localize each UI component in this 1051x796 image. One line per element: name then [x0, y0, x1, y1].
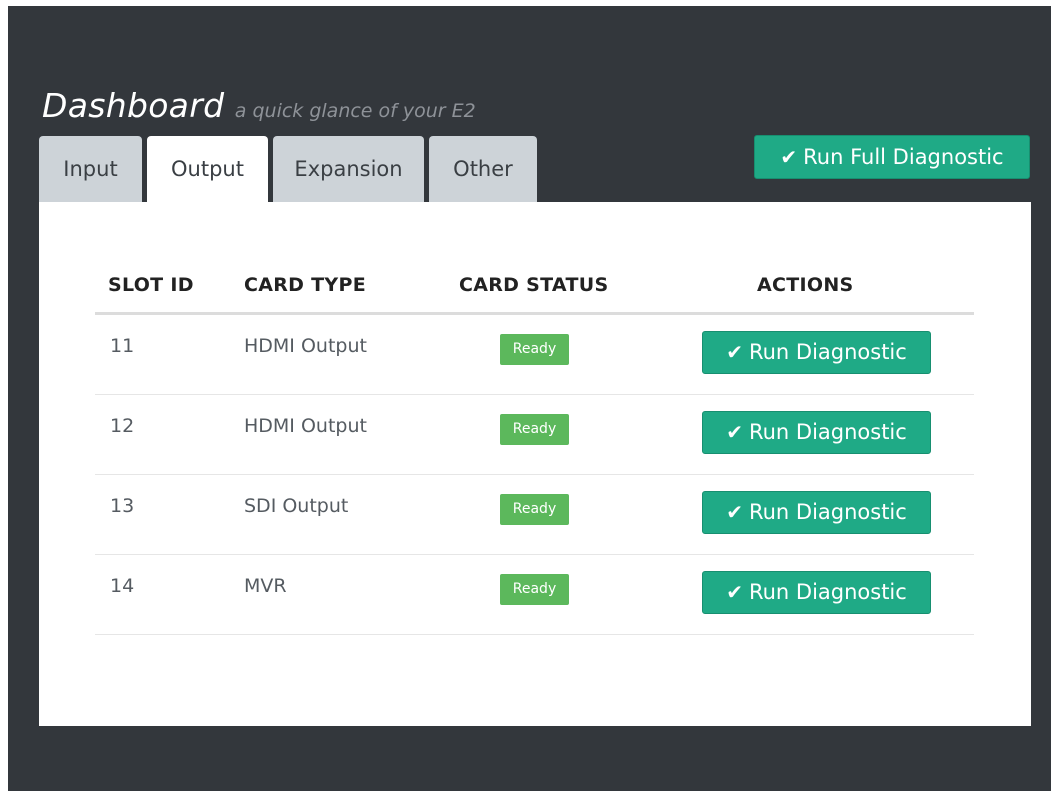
- column-header-card-status: CARD STATUS: [459, 274, 609, 296]
- run-full-diagnostic-label: Run Full Diagnostic: [803, 145, 1004, 169]
- check-icon: ✔: [726, 420, 743, 444]
- column-header-slot-id: SLOT ID: [108, 274, 194, 296]
- status-badge: Ready: [500, 414, 569, 445]
- row-divider: [95, 634, 974, 635]
- table-row: 13 SDI Output Ready ✔ Run Diagnostic: [39, 475, 1031, 555]
- tab-input[interactable]: Input: [39, 136, 142, 202]
- output-panel: SLOT ID CARD TYPE CARD STATUS ACTIONS 11…: [39, 202, 1031, 726]
- run-diagnostic-label: Run Diagnostic: [748, 340, 907, 364]
- card-type-cell: HDMI Output: [244, 415, 367, 437]
- tab-label: Output: [171, 157, 244, 181]
- run-diagnostic-label: Run Diagnostic: [748, 580, 907, 604]
- page-subtitle: a quick glance of your E2: [234, 100, 476, 122]
- status-badge: Ready: [500, 494, 569, 525]
- check-icon: ✔: [726, 500, 743, 524]
- tab-label: Other: [453, 157, 513, 181]
- tab-output[interactable]: Output: [147, 136, 268, 202]
- tab-other[interactable]: Other: [429, 136, 537, 202]
- run-diagnostic-button[interactable]: ✔ Run Diagnostic: [702, 331, 931, 374]
- check-icon: ✔: [780, 145, 798, 169]
- run-diagnostic-label: Run Diagnostic: [748, 500, 907, 524]
- column-header-actions: ACTIONS: [757, 274, 854, 296]
- run-diagnostic-button[interactable]: ✔ Run Diagnostic: [702, 571, 931, 614]
- run-full-diagnostic-button[interactable]: ✔ Run Full Diagnostic: [754, 135, 1030, 179]
- column-header-card-type: CARD TYPE: [244, 274, 366, 296]
- run-diagnostic-label: Run Diagnostic: [748, 420, 907, 444]
- table-row: 11 HDMI Output Ready ✔ Run Diagnostic: [39, 315, 1031, 395]
- tab-label: Expansion: [294, 157, 403, 181]
- slot-id-cell: 14: [110, 575, 135, 597]
- check-icon: ✔: [726, 580, 743, 604]
- card-type-cell: HDMI Output: [244, 335, 367, 357]
- status-badge: Ready: [500, 574, 569, 605]
- table-row: 14 MVR Ready ✔ Run Diagnostic: [39, 555, 1031, 635]
- page-title: Dashboard: [42, 86, 225, 125]
- run-diagnostic-button[interactable]: ✔ Run Diagnostic: [702, 491, 931, 534]
- slot-id-cell: 11: [110, 335, 135, 357]
- run-diagnostic-button[interactable]: ✔ Run Diagnostic: [702, 411, 931, 454]
- status-badge: Ready: [500, 334, 569, 365]
- page-header: Dashboard a quick glance of your E2: [42, 86, 476, 125]
- table-row: 12 HDMI Output Ready ✔ Run Diagnostic: [39, 395, 1031, 475]
- card-type-cell: MVR: [244, 575, 287, 597]
- tab-label: Input: [63, 157, 118, 181]
- card-type-cell: SDI Output: [244, 495, 349, 517]
- tab-expansion[interactable]: Expansion: [273, 136, 424, 202]
- slot-id-cell: 12: [110, 415, 135, 437]
- app-frame: Dashboard a quick glance of your E2 Inpu…: [8, 6, 1051, 791]
- check-icon: ✔: [726, 340, 743, 364]
- slot-id-cell: 13: [110, 495, 135, 517]
